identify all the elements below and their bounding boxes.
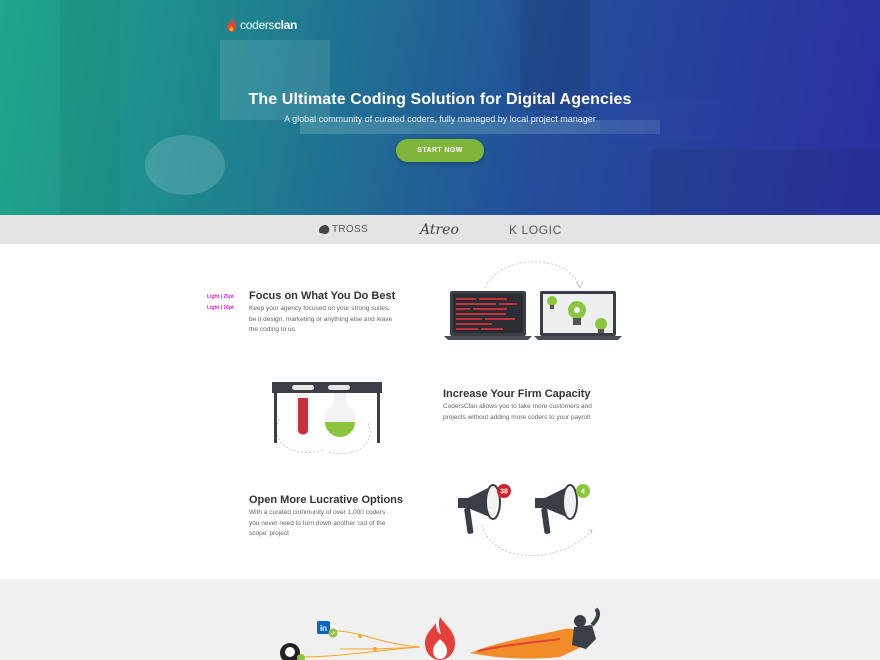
tross-mark-icon <box>318 224 330 234</box>
client-name-tross: TROSS <box>332 224 368 235</box>
feature-desc-line: scope' project <box>249 530 289 537</box>
feature-desc-line: With a curated community of over 1,000 c… <box>249 509 386 516</box>
svg-text:in: in <box>320 624 327 633</box>
laptops-illustration <box>444 261 622 340</box>
campfire-icon <box>425 617 455 660</box>
laptop-code-icon <box>444 291 532 340</box>
test-tubes-icon <box>272 382 382 455</box>
type-annotation-title: Light | 25pt <box>207 294 234 300</box>
feature-desc-line: projects without adding more coders to y… <box>443 413 591 421</box>
linkedin-icon: in <box>317 621 338 638</box>
feature-desc-line: the coding to us. <box>249 326 297 333</box>
community-illustration: in <box>280 607 601 660</box>
superhero-icon <box>470 607 601 659</box>
megaphones-illustration: 38 4 <box>458 484 593 557</box>
megaphone-icon <box>535 484 578 534</box>
client-logo-atreo: Atreo <box>420 215 459 244</box>
hero-title: The Ultimate Coding Solution for Digital… <box>248 91 632 108</box>
start-now-button[interactable]: START NOW <box>396 139 484 162</box>
brand-logo[interactable]: codersclan <box>226 17 297 32</box>
brand-name-bold: clan <box>274 17 298 32</box>
feature-desc-focus: Keep your agency focused on your strong … <box>249 304 429 336</box>
test-tubes-illustration[interactable] <box>268 378 386 460</box>
brand-name-light: coders <box>240 17 275 32</box>
feature-desc-capacity: CodersClan allows you to take more custo… <box>443 402 643 423</box>
feature-title-options: Open More Lucrative Options <box>249 494 404 506</box>
type-annotation-body: Light | 16pt <box>207 305 234 311</box>
megaphone-icon <box>458 484 501 534</box>
client-name-atreo: Atreo <box>420 221 459 238</box>
hero-subtitle: A global community of curated coders, fu… <box>284 114 596 124</box>
feature-title-capacity: Increase Your Firm Capacity <box>443 388 591 400</box>
feature-desc-options: With a curated community of over 1,000 c… <box>249 508 429 540</box>
feature-desc-line: you never need to turn down another 'out… <box>249 519 386 527</box>
client-logo-tross: TROSS <box>318 215 368 244</box>
feature-title-focus: Focus on What You Do Best <box>249 290 396 302</box>
community-section: in <box>0 579 880 660</box>
feature-desc-line: CodersClan allows you to take more custo… <box>443 403 592 410</box>
feature-desc-line: Keep your agency focused on your strong … <box>249 305 390 312</box>
notification-badge-red: 38 <box>497 484 511 498</box>
client-name-klogic: K LOGIC <box>509 222 562 237</box>
landing-page: codersclan The Ultimate Coding Solution … <box>0 0 880 660</box>
badge-count-4: 4 <box>581 489 585 496</box>
client-logos-bar: TROSS Atreo K LOGIC <box>0 215 880 244</box>
hero-section: codersclan The Ultimate Coding Solution … <box>0 0 880 215</box>
notification-badge-green: 4 <box>576 484 590 498</box>
feature-desc-line: be it design, marketing or anything else… <box>249 315 393 323</box>
brand-name: codersclan <box>240 18 297 32</box>
client-logo-klogic: K LOGIC <box>509 215 562 244</box>
badge-count-38: 38 <box>500 489 508 496</box>
dashed-arrow-path <box>484 261 581 289</box>
laptop-bulbs-icon <box>534 291 622 340</box>
github-icon <box>280 643 305 660</box>
flame-logo-icon <box>227 17 236 32</box>
